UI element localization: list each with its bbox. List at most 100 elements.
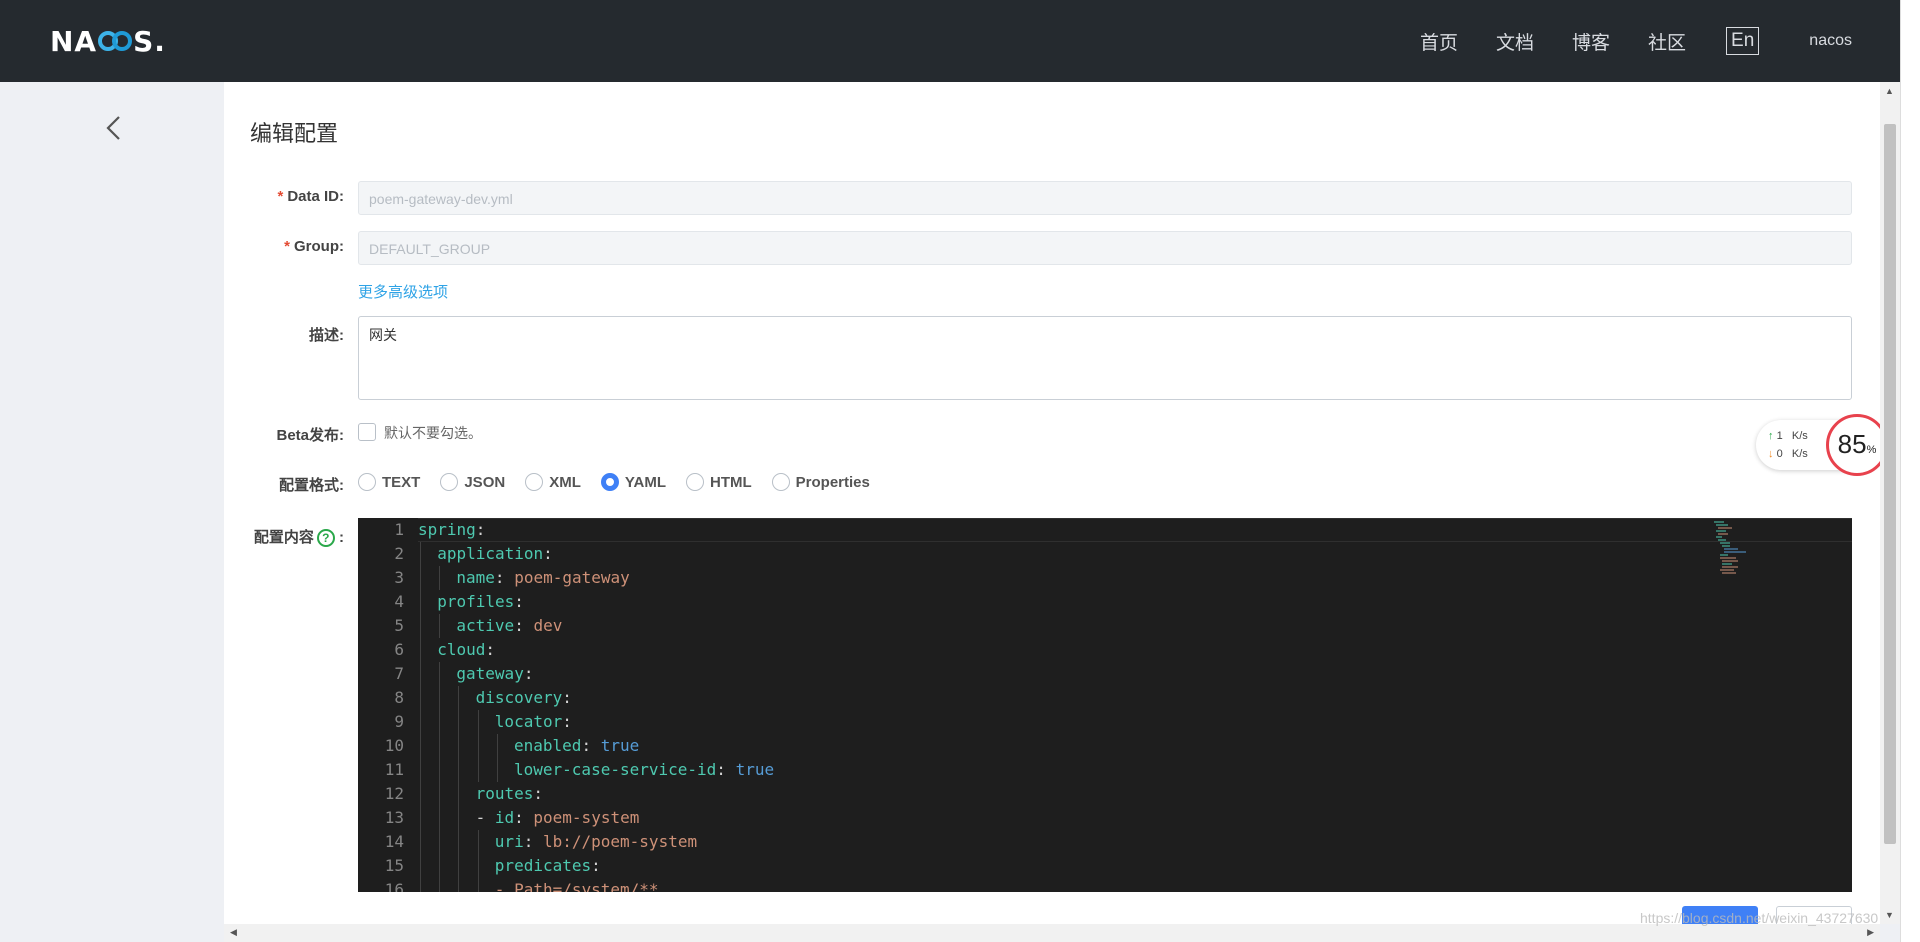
user-name[interactable]: nacos bbox=[1809, 32, 1852, 50]
code-token: : bbox=[485, 640, 495, 659]
scroll-down-icon[interactable]: ▼ bbox=[1885, 910, 1894, 920]
beta-checkbox[interactable] bbox=[358, 423, 376, 441]
line-code: name: poem-gateway bbox=[456, 566, 629, 590]
code-line[interactable]: 4 profiles: bbox=[358, 590, 1852, 614]
top-nav: 首页 文档 博客 社区 En nacos bbox=[1382, 0, 1852, 82]
indent-guide bbox=[439, 566, 441, 590]
indent-guide bbox=[420, 710, 421, 734]
indent-guide bbox=[477, 758, 479, 782]
code-line[interactable]: 3 name: poem-gateway bbox=[358, 566, 1852, 590]
data-id-input[interactable]: poem-gateway-dev.yml bbox=[358, 181, 1852, 215]
group-input[interactable]: DEFAULT_GROUP bbox=[358, 231, 1852, 265]
indent-guide bbox=[458, 854, 460, 878]
code-token: : bbox=[514, 592, 524, 611]
format-radio-json[interactable]: JSON bbox=[440, 473, 505, 491]
code-token: - bbox=[475, 808, 495, 827]
scroll-left-icon[interactable]: ◀ bbox=[230, 927, 237, 938]
code-token: name bbox=[456, 568, 495, 587]
window-edge bbox=[1900, 0, 1920, 942]
format-radio-xml[interactable]: XML bbox=[525, 473, 581, 491]
code-token: : bbox=[581, 736, 601, 755]
code-line[interactable]: 12 routes: bbox=[358, 782, 1852, 806]
code-line[interactable]: 15 predicates: bbox=[358, 854, 1852, 878]
indent-guide bbox=[439, 710, 441, 734]
line-code: uri: lb://poem-system bbox=[495, 830, 697, 854]
code-line[interactable]: 10 enabled: true bbox=[358, 734, 1852, 758]
indent-guide bbox=[458, 758, 460, 782]
line-code: enabled: true bbox=[514, 734, 639, 758]
line-code: routes: bbox=[476, 782, 543, 806]
line-number: 9 bbox=[394, 712, 404, 731]
usage-gauge[interactable]: 85% bbox=[1826, 414, 1888, 476]
code-token: lower-case-service-id bbox=[514, 760, 717, 779]
line-number: 10 bbox=[384, 736, 404, 755]
indent-guide bbox=[420, 566, 421, 590]
nav-blog[interactable]: 博客 bbox=[1572, 28, 1610, 55]
code-token: true bbox=[735, 760, 775, 779]
code-line[interactable]: 5 active: dev bbox=[358, 614, 1852, 638]
percent-sign: % bbox=[1866, 444, 1877, 456]
download-value: 0 bbox=[1776, 448, 1783, 460]
nacos-logo[interactable]: NA S. bbox=[50, 22, 166, 60]
code-line[interactable]: 2 application: bbox=[358, 542, 1852, 566]
code-line[interactable]: 6 cloud: bbox=[358, 638, 1852, 662]
language-switch[interactable]: En bbox=[1726, 27, 1760, 55]
description-textarea[interactable]: 网关 bbox=[358, 316, 1852, 400]
vertical-scrollbar[interactable]: ▲ ▼ bbox=[1880, 82, 1900, 924]
indent-guide bbox=[439, 782, 441, 806]
line-code: gateway: bbox=[456, 662, 533, 686]
radio-circle bbox=[440, 473, 459, 491]
line-number: 2 bbox=[394, 544, 404, 563]
beta-label: Beta发布: bbox=[276, 427, 344, 444]
code-line[interactable]: 16 - Path=/system/** bbox=[358, 878, 1852, 892]
code-line[interactable]: 7 gateway: bbox=[358, 662, 1852, 686]
nav-home[interactable]: 首页 bbox=[1420, 28, 1458, 55]
download-speed: ↓ 0 K/s bbox=[1768, 448, 1808, 460]
horizontal-scrollbar[interactable]: ◀ ▶ bbox=[224, 924, 1880, 942]
upload-value: 1 bbox=[1776, 430, 1783, 442]
code-token: application bbox=[437, 544, 544, 563]
code-token: : bbox=[591, 856, 601, 875]
back-arrow-icon[interactable] bbox=[100, 114, 128, 142]
upload-speed: ↑ 1 K/s bbox=[1768, 430, 1808, 442]
nav-docs[interactable]: 文档 bbox=[1496, 28, 1534, 55]
line-code: lower-case-service-id: true bbox=[514, 758, 774, 782]
code-line[interactable]: 8 discovery: bbox=[358, 686, 1852, 710]
line-number: 11 bbox=[384, 760, 404, 779]
indent-guide bbox=[477, 854, 479, 878]
format-radio-yaml[interactable]: YAML bbox=[600, 473, 666, 491]
code-line[interactable]: 13 - id: poem-system bbox=[358, 806, 1852, 830]
scrollbar-thumb[interactable] bbox=[1884, 124, 1896, 844]
format-radio-text[interactable]: TEXT bbox=[358, 473, 420, 491]
code-line[interactable]: 1 spring: bbox=[358, 518, 1852, 542]
indent-guide bbox=[420, 614, 421, 638]
code-line[interactable]: 11 lower-case-service-id: true bbox=[358, 758, 1852, 782]
scroll-right-icon[interactable]: ▶ bbox=[1867, 927, 1874, 938]
group-label: * Group: bbox=[224, 238, 344, 255]
line-code: profiles: bbox=[437, 590, 524, 614]
more-advanced-options-link[interactable]: 更多高级选项 bbox=[358, 281, 448, 302]
line-code: application: bbox=[437, 542, 553, 566]
code-editor[interactable]: 1 spring: 2 application: 3 name: poem-gateway… bbox=[358, 518, 1852, 892]
indent-guide bbox=[477, 830, 479, 854]
code-line[interactable]: 9 locator: bbox=[358, 710, 1852, 734]
indent-guide bbox=[420, 662, 421, 686]
code-token: : bbox=[475, 520, 486, 539]
radio-circle bbox=[525, 473, 544, 491]
left-sidebar bbox=[0, 82, 224, 942]
indent-guide bbox=[420, 638, 421, 662]
code-token: uri bbox=[494, 832, 524, 851]
help-icon[interactable]: ? bbox=[316, 529, 335, 548]
code-line[interactable]: 14 uri: lb://poem-system bbox=[358, 830, 1852, 854]
code-token: : bbox=[716, 760, 736, 779]
code-token: : bbox=[514, 616, 534, 635]
nav-community[interactable]: 社区 bbox=[1648, 28, 1686, 55]
code-token: lb://poem-system bbox=[542, 832, 698, 851]
down-arrow-icon: ↓ bbox=[1768, 448, 1774, 460]
code-token: dev bbox=[533, 616, 563, 635]
code-token: : bbox=[543, 544, 553, 563]
format-radio-properties[interactable]: Properties bbox=[771, 473, 870, 491]
code-token: : bbox=[494, 568, 515, 587]
scroll-up-icon[interactable]: ▲ bbox=[1885, 86, 1894, 96]
format-radio-html[interactable]: HTML bbox=[686, 473, 752, 491]
